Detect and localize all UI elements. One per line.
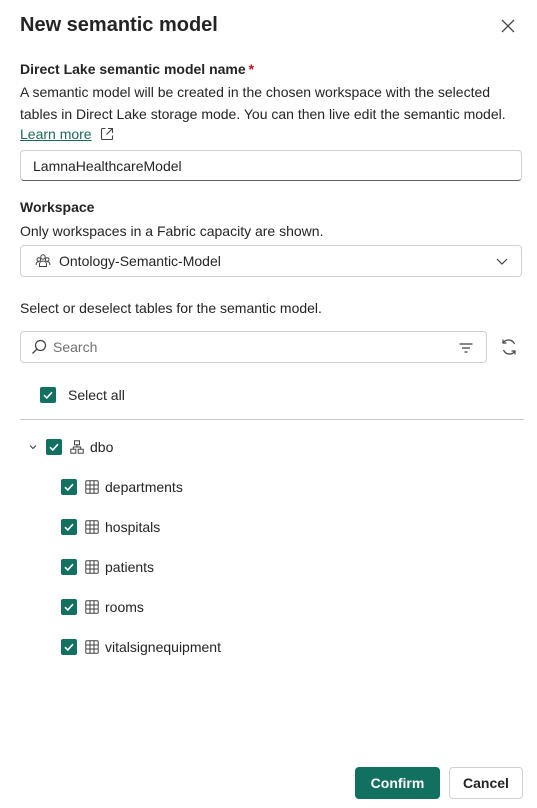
required-marker: * bbox=[248, 61, 255, 77]
select-all-row: Select all bbox=[40, 387, 125, 403]
schema-row: dbo bbox=[28, 439, 113, 455]
table-row: hospitals bbox=[61, 519, 160, 535]
search-input[interactable] bbox=[53, 339, 433, 355]
table-name: vitalsignequipment bbox=[105, 639, 221, 655]
check-icon bbox=[64, 643, 74, 652]
close-button[interactable] bbox=[496, 14, 520, 38]
schema-icon bbox=[70, 440, 84, 454]
chevron-down-icon[interactable] bbox=[28, 442, 40, 452]
workspace-icon bbox=[35, 253, 51, 269]
table-name: hospitals bbox=[105, 519, 161, 535]
table-name: departments bbox=[105, 479, 183, 495]
chevron-down-icon bbox=[495, 254, 509, 268]
table-icon bbox=[85, 600, 99, 614]
table-checkbox[interactable] bbox=[61, 599, 77, 615]
table-checkbox[interactable] bbox=[61, 479, 77, 495]
table-row: patients bbox=[61, 559, 154, 575]
select-all-checkbox[interactable] bbox=[40, 387, 56, 403]
table-checkbox[interactable] bbox=[61, 519, 77, 535]
refresh-icon bbox=[502, 339, 516, 355]
model-name-input[interactable] bbox=[33, 157, 521, 174]
check-icon bbox=[64, 603, 74, 612]
table-name: patients bbox=[105, 559, 155, 575]
schema-checkbox[interactable] bbox=[46, 439, 62, 455]
learn-more-row: Learn more bbox=[20, 124, 114, 144]
tables-instruction: Select or deselect tables for the semant… bbox=[20, 300, 322, 316]
check-icon bbox=[43, 391, 53, 400]
external-link-icon[interactable] bbox=[100, 127, 114, 141]
schema-name: dbo bbox=[90, 439, 114, 455]
table-checkbox[interactable] bbox=[61, 559, 77, 575]
table-row: rooms bbox=[61, 599, 144, 615]
model-name-input-wrapper bbox=[20, 150, 522, 181]
new-semantic-model-dialog: New semantic model Direct Lake semantic … bbox=[0, 0, 537, 808]
select-all-label: Select all bbox=[68, 387, 125, 403]
table-row: vitalsignequipment bbox=[61, 639, 221, 655]
check-icon bbox=[64, 523, 74, 532]
table-icon bbox=[85, 640, 99, 654]
workspace-dropdown[interactable]: Ontology-Semantic-Model bbox=[20, 245, 522, 277]
table-row: departments bbox=[61, 479, 183, 495]
filter-icon[interactable] bbox=[458, 340, 474, 356]
model-name-description: A semantic model will be created in the … bbox=[20, 84, 506, 122]
check-icon bbox=[64, 483, 74, 492]
dialog-title: New semantic model bbox=[20, 14, 218, 36]
table-checkbox[interactable] bbox=[61, 639, 77, 655]
divider bbox=[20, 419, 524, 420]
workspace-description: Only workspaces in a Fabric capacity are… bbox=[20, 223, 324, 239]
table-name: rooms bbox=[105, 599, 144, 615]
confirm-button[interactable]: Confirm bbox=[355, 767, 440, 799]
table-icon bbox=[85, 480, 99, 494]
learn-more-link[interactable]: Learn more bbox=[20, 124, 92, 144]
search-box bbox=[20, 331, 487, 363]
search-icon bbox=[32, 339, 47, 354]
cancel-button[interactable]: Cancel bbox=[449, 767, 523, 799]
refresh-button[interactable] bbox=[499, 337, 519, 357]
close-icon bbox=[501, 19, 515, 33]
check-icon bbox=[64, 563, 74, 572]
table-icon bbox=[85, 520, 99, 534]
model-name-label: Direct Lake semantic model name * bbox=[20, 61, 255, 77]
check-icon bbox=[49, 443, 59, 452]
workspace-selected-value: Ontology-Semantic-Model bbox=[59, 253, 221, 269]
workspace-label: Workspace bbox=[20, 199, 95, 215]
table-icon bbox=[85, 560, 99, 574]
